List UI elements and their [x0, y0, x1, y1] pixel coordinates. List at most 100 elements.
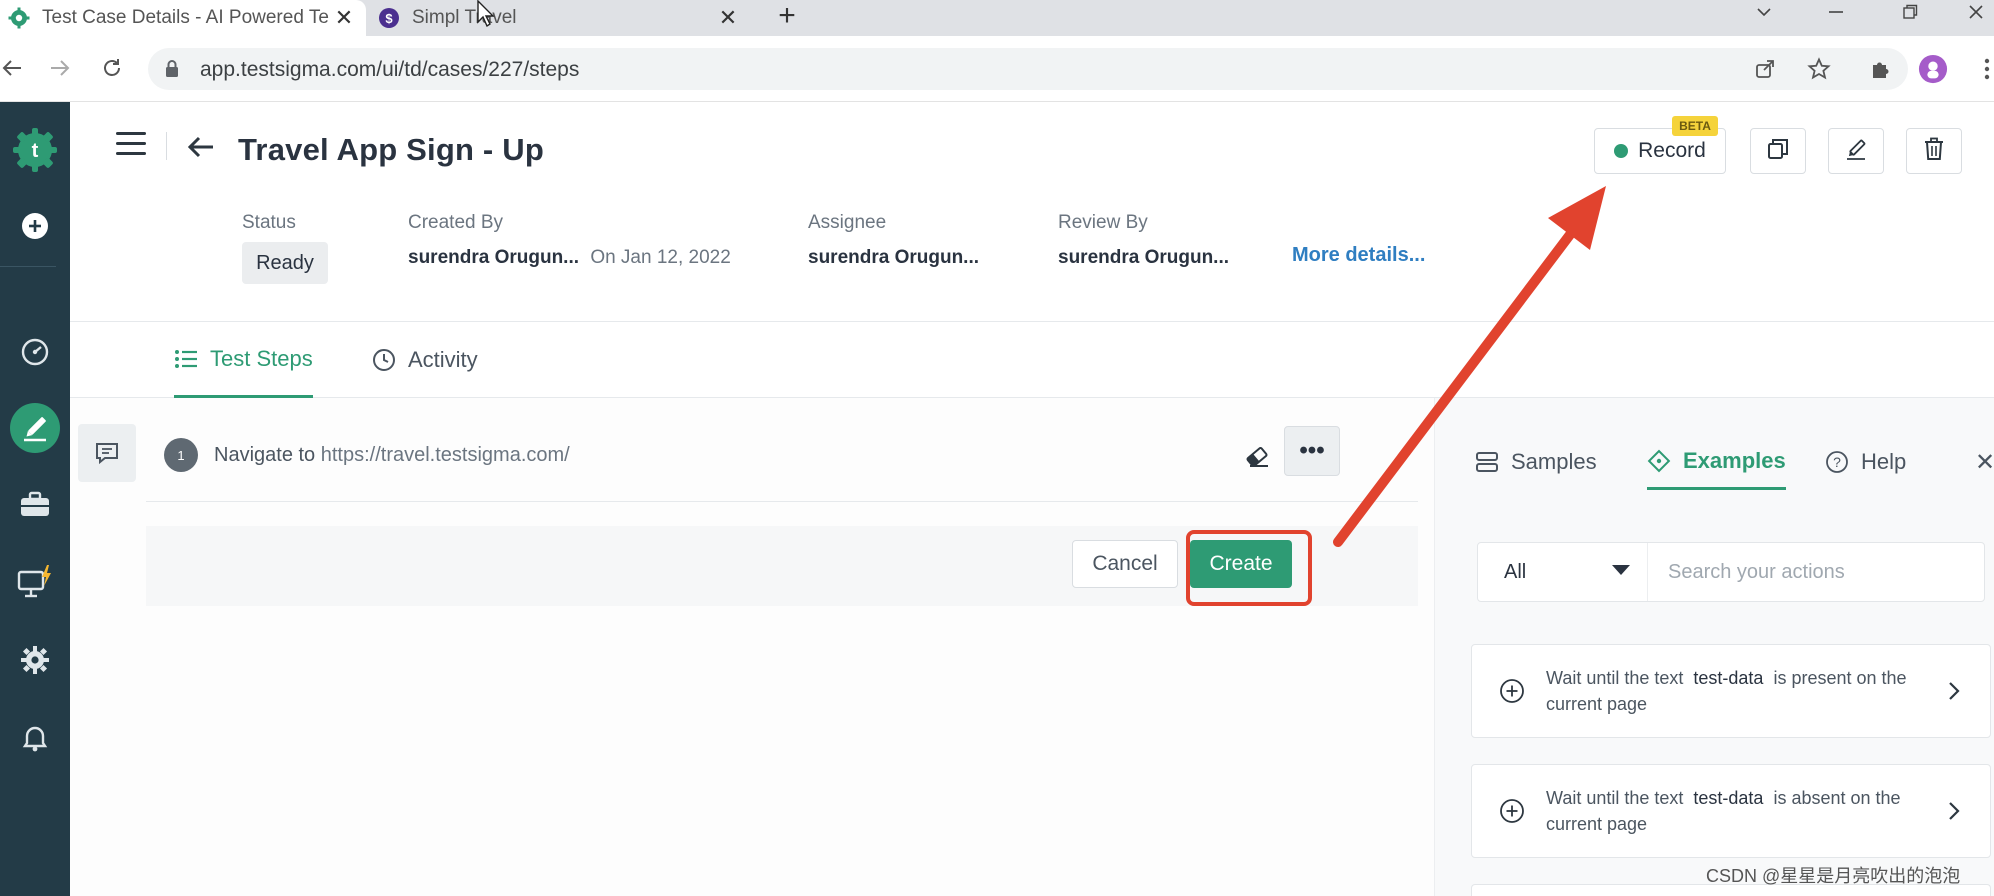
reload-icon[interactable]	[96, 52, 128, 84]
test-step-row[interactable]: 1 Navigate to https://travel.testsigma.c…	[146, 418, 1418, 502]
created-by-label: Created By	[408, 212, 504, 233]
close-panel-icon[interactable]: ✕	[1975, 448, 1994, 477]
category-select[interactable]: All	[1478, 543, 1648, 601]
eraser-icon[interactable]	[1242, 442, 1272, 472]
step-comment-icon[interactable]	[78, 424, 136, 482]
category-selected-value: All	[1504, 560, 1527, 583]
chevron-right-icon[interactable]	[1940, 797, 1968, 825]
testsigma-logo[interactable]: t	[0, 122, 70, 178]
search-actions-input[interactable]	[1668, 543, 1968, 601]
help-question-icon: ?	[1825, 450, 1849, 474]
delete-button[interactable]	[1906, 128, 1962, 174]
tab-search-icon[interactable]	[1744, 0, 1784, 24]
create-button-highlight	[1186, 530, 1312, 606]
share-icon[interactable]	[1750, 54, 1780, 84]
list-icon	[174, 349, 198, 369]
cancel-button[interactable]: Cancel	[1072, 540, 1178, 588]
step-action: Navigate to	[214, 444, 316, 466]
step-value: https://travel.testsigma.com/	[320, 444, 570, 466]
chevron-down-icon	[1612, 565, 1630, 575]
browser-tab-testsigma[interactable]: Test Case Details - AI Powered Te ✕	[0, 0, 366, 36]
app-sidebar: t	[0, 102, 70, 896]
browser-menu-icon[interactable]	[1972, 54, 1994, 84]
tab-title: Simpl Travel	[412, 7, 517, 28]
copy-icon	[1767, 138, 1789, 165]
sidebar-divider	[0, 266, 56, 267]
add-circle-icon[interactable]	[1498, 677, 1526, 705]
extensions-puzzle-icon[interactable]	[1866, 54, 1896, 84]
test-steps-area: 1 Navigate to https://travel.testsigma.c…	[70, 398, 1434, 896]
review-by-value: surendra Orugun...	[1058, 247, 1230, 268]
new-tab-icon[interactable]: +	[770, 0, 804, 32]
samples-icon	[1475, 451, 1499, 473]
settings-gear-icon[interactable]	[0, 632, 70, 688]
clock-icon	[372, 348, 396, 372]
more-details-link[interactable]: More details...	[1292, 244, 1425, 267]
example-card[interactable]: Wait until the text test-data is absent …	[1471, 764, 1991, 858]
back-icon[interactable]	[0, 52, 28, 84]
example-token: test-data	[1693, 668, 1764, 688]
step-text: Navigate to https://travel.testsigma.com…	[214, 444, 570, 467]
lock-icon	[164, 59, 180, 84]
edit-button[interactable]	[1828, 128, 1884, 174]
copy-button[interactable]	[1750, 128, 1806, 174]
testsigma-gear-icon	[8, 7, 30, 29]
forward-icon[interactable]	[44, 52, 76, 84]
notifications-bell-icon[interactable]	[0, 710, 70, 766]
tab-label: Activity	[408, 347, 478, 372]
test-devices-monitor-icon[interactable]	[0, 554, 70, 610]
restore-icon[interactable]	[1890, 0, 1930, 24]
tab-samples[interactable]: Samples	[1475, 434, 1597, 490]
example-token: test-data	[1693, 788, 1764, 808]
actions-filter: All	[1477, 542, 1985, 602]
created-on-date: On Jan 12, 2022	[590, 247, 731, 268]
example-card[interactable]: Wait until the text test-data is present…	[1471, 644, 1991, 738]
mouse-cursor-icon	[477, 0, 495, 28]
test-case-header: Travel App Sign - Up Status Ready Create…	[70, 102, 1994, 322]
add-icon[interactable]	[0, 198, 70, 254]
step-number: 1	[164, 438, 198, 472]
hamburger-menu-icon[interactable]	[116, 132, 146, 158]
example-text: Wait until the text test-data is absent …	[1546, 785, 1936, 837]
minimize-icon[interactable]	[1816, 0, 1856, 24]
simply-travel-favicon-icon: $	[378, 7, 400, 29]
address-bar[interactable]: app.testsigma.com/ui/td/cases/227/steps	[148, 48, 1908, 90]
chevron-right-icon[interactable]	[1940, 677, 1968, 705]
tab-title: Test Case Details - AI Powered Te	[42, 7, 329, 28]
close-tab-icon[interactable]: ✕	[714, 4, 742, 32]
tab-label: Test Steps	[210, 345, 313, 371]
examples-diamond-icon	[1647, 449, 1671, 473]
close-window-icon[interactable]	[1956, 0, 1994, 24]
back-arrow-icon[interactable]	[186, 132, 216, 162]
browser-tab-simply-travel[interactable]: $ Simpl Travel ✕	[370, 0, 750, 36]
more-options-icon[interactable]: •••	[1284, 426, 1340, 476]
test-suites-briefcase-icon[interactable]	[0, 476, 70, 532]
trash-icon	[1923, 137, 1945, 166]
assignee-label: Assignee	[808, 212, 887, 233]
bookmark-star-icon[interactable]	[1804, 54, 1834, 84]
example-text: Wait until the text test-data is present…	[1546, 665, 1936, 717]
add-circle-icon[interactable]	[1498, 797, 1526, 825]
tab-test-steps[interactable]: Test Steps	[174, 322, 313, 398]
test-development-pencil-icon[interactable]	[0, 400, 70, 456]
tab-examples[interactable]: Examples	[1647, 434, 1786, 490]
status-badge: Ready	[242, 242, 328, 284]
svg-text:$: $	[385, 11, 393, 26]
header-divider	[166, 132, 167, 160]
dashboard-gauge-icon[interactable]	[0, 324, 70, 380]
beta-badge: BETA	[1672, 116, 1718, 136]
tab-help[interactable]: ? Help	[1825, 434, 1906, 490]
assignee-value: surendra Orugun...	[808, 247, 980, 268]
review-by-label: Review By	[1058, 212, 1148, 233]
created-by-value: surendra Orugun... On Jan 12, 2022	[408, 247, 731, 269]
browser-tabbar: Test Case Details - AI Powered Te ✕ $ Si…	[0, 0, 1994, 36]
tab-label: Examples	[1683, 447, 1786, 473]
tab-activity[interactable]: Activity	[372, 322, 478, 398]
profile-avatar[interactable]	[1918, 54, 1948, 84]
close-tab-icon[interactable]: ✕	[330, 4, 358, 32]
page-title: Travel App Sign - Up	[238, 132, 544, 167]
status-label: Status	[242, 212, 296, 233]
svg-text:?: ?	[1833, 454, 1841, 470]
created-by-user: surendra Orugun...	[408, 247, 580, 268]
example-prefix: Wait until the text	[1546, 668, 1684, 688]
